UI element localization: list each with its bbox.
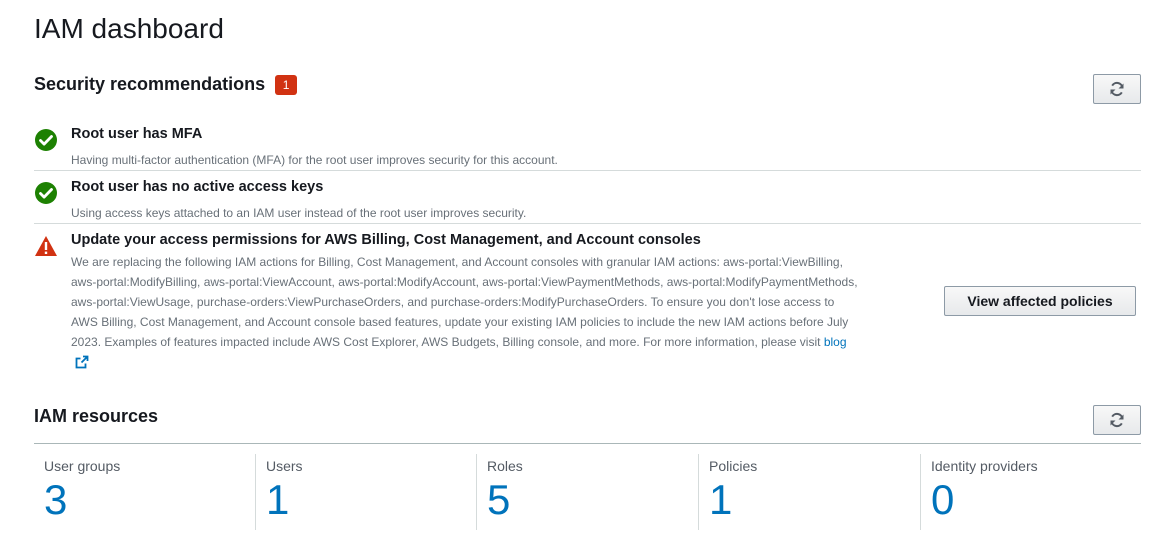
refresh-recommendations-button[interactable] [1093,74,1141,104]
blog-link-label[interactable]: blog [824,335,847,349]
refresh-resources-button[interactable] [1093,405,1141,435]
view-affected-policies-button[interactable]: View affected policies [944,286,1136,316]
roles-count-link[interactable]: 5 [487,476,687,524]
resource-label: Identity providers [931,458,1038,474]
recommendation-title: Update your access permissions for AWS B… [71,232,701,248]
resource-user-groups: User groups 3 [44,454,244,530]
resource-label: User groups [44,458,121,474]
description-text: We are replacing the following IAM actio… [71,255,858,349]
resource-label: Users [266,458,303,474]
recommendation-title: Root user has no active access keys [71,179,324,195]
check-circle-icon [35,182,57,204]
recommendation-description: We are replacing the following IAM actio… [71,252,861,372]
column-divider [476,454,477,530]
refresh-icon [1110,81,1124,97]
warning-triangle-icon [35,236,57,256]
divider [34,443,1141,444]
users-count-link[interactable]: 1 [266,476,466,524]
recommendations-count-badge: 1 [275,74,298,95]
recommendation-title: Root user has MFA [71,126,203,142]
divider [34,170,1141,171]
recommendation-root-mfa: Root user has MFA Having multi-factor au… [34,126,1141,167]
security-recommendations-header: Security recommendations 1 [34,74,298,95]
column-divider [255,454,256,530]
column-divider [920,454,921,530]
resource-policies: Policies 1 [709,454,909,530]
identity-providers-count-link[interactable]: 0 [931,476,1131,524]
resource-label: Policies [709,458,758,474]
section-title: IAM resources [34,406,159,426]
section-title: Security recommendations [34,74,266,94]
check-circle-icon [35,129,57,151]
recommendation-root-access-keys: Root user has no active access keys Usin… [34,179,1141,220]
external-link-icon [75,355,89,369]
refresh-icon [1110,412,1124,428]
user-groups-count-link[interactable]: 3 [44,476,244,524]
page-title: IAM dashboard [34,13,224,44]
divider [34,223,1141,224]
policies-count-link[interactable]: 1 [709,476,909,524]
resource-label: Roles [487,458,523,474]
recommendation-description: Having multi-factor authentication (MFA)… [71,153,558,167]
resource-roles: Roles 5 [487,454,687,530]
resource-identity-providers: Identity providers 0 [931,454,1131,530]
iam-resources-header: IAM resources [34,406,158,427]
column-divider [698,454,699,530]
resource-users: Users 1 [266,454,466,530]
recommendation-description: Using access keys attached to an IAM use… [71,206,527,220]
